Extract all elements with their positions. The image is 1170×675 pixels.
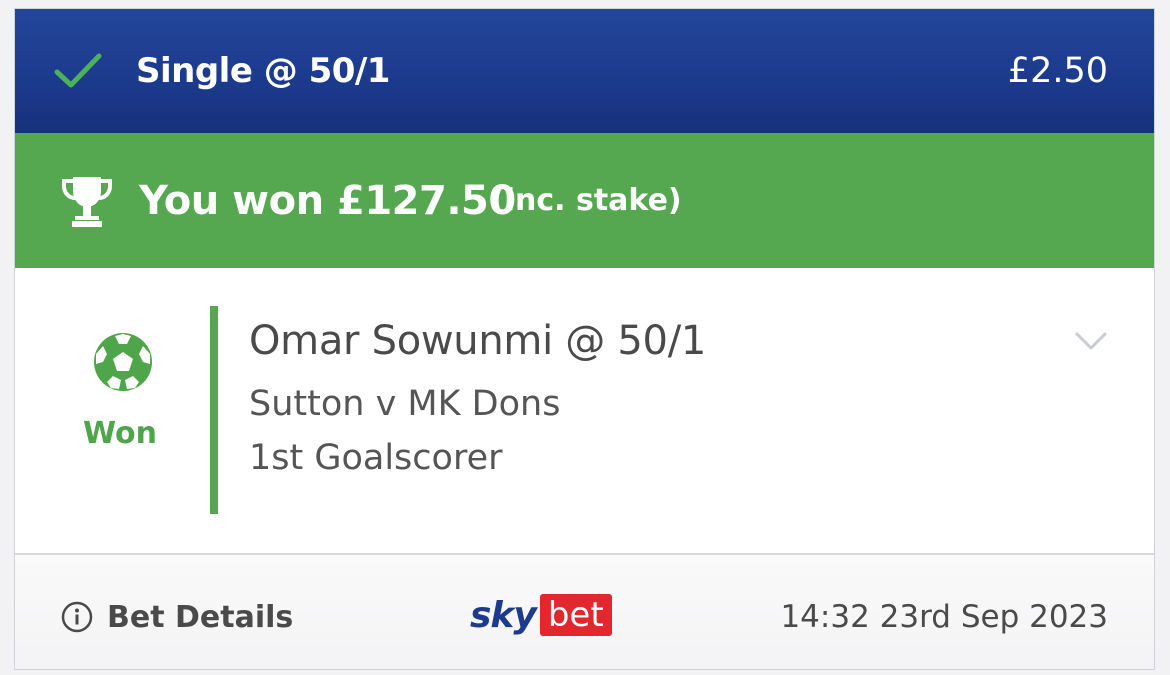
- chevron-down-icon[interactable]: [1074, 330, 1108, 352]
- logo-sky-text: sky: [470, 594, 537, 636]
- bet-card: Single @ 50/1 £2.50 You won £127.50 (inc…: [14, 8, 1155, 670]
- skybet-logo: sky bet: [470, 593, 612, 637]
- winnings-note: (inc. stake): [491, 183, 682, 218]
- stake-amount: £2.50: [1007, 51, 1108, 91]
- placed-timestamp: 14:32 23rd Sep 2023: [780, 599, 1108, 635]
- market-name: 1st Goalscorer: [249, 438, 503, 478]
- bet-details-link[interactable]: Bet Details: [61, 597, 293, 637]
- bet-type-title: Single @ 50/1: [136, 51, 390, 91]
- bet-footer: Bet Details sky bet 14:32 23rd Sep 2023: [15, 553, 1154, 669]
- winnings-banner: You won £127.50 (inc. stake): [15, 133, 1154, 268]
- check-icon: [54, 53, 102, 88]
- status-divider: [210, 306, 218, 514]
- bet-header: Single @ 50/1 £2.50: [15, 9, 1154, 133]
- selection-details: Won Omar Sowunmi @ 50/1 Sutton v MK Dons…: [15, 268, 1154, 553]
- selection-name: Omar Sowunmi @ 50/1: [249, 318, 707, 364]
- bet-details-label: Bet Details: [107, 599, 294, 635]
- logo-bet-text: bet: [539, 594, 612, 636]
- event-name: Sutton v MK Dons: [249, 384, 561, 424]
- info-icon: [61, 601, 93, 633]
- trophy-icon: [62, 177, 112, 227]
- winnings-amount: You won £127.50: [139, 178, 516, 224]
- result-status: Won: [83, 416, 157, 451]
- football-icon: [94, 333, 152, 391]
